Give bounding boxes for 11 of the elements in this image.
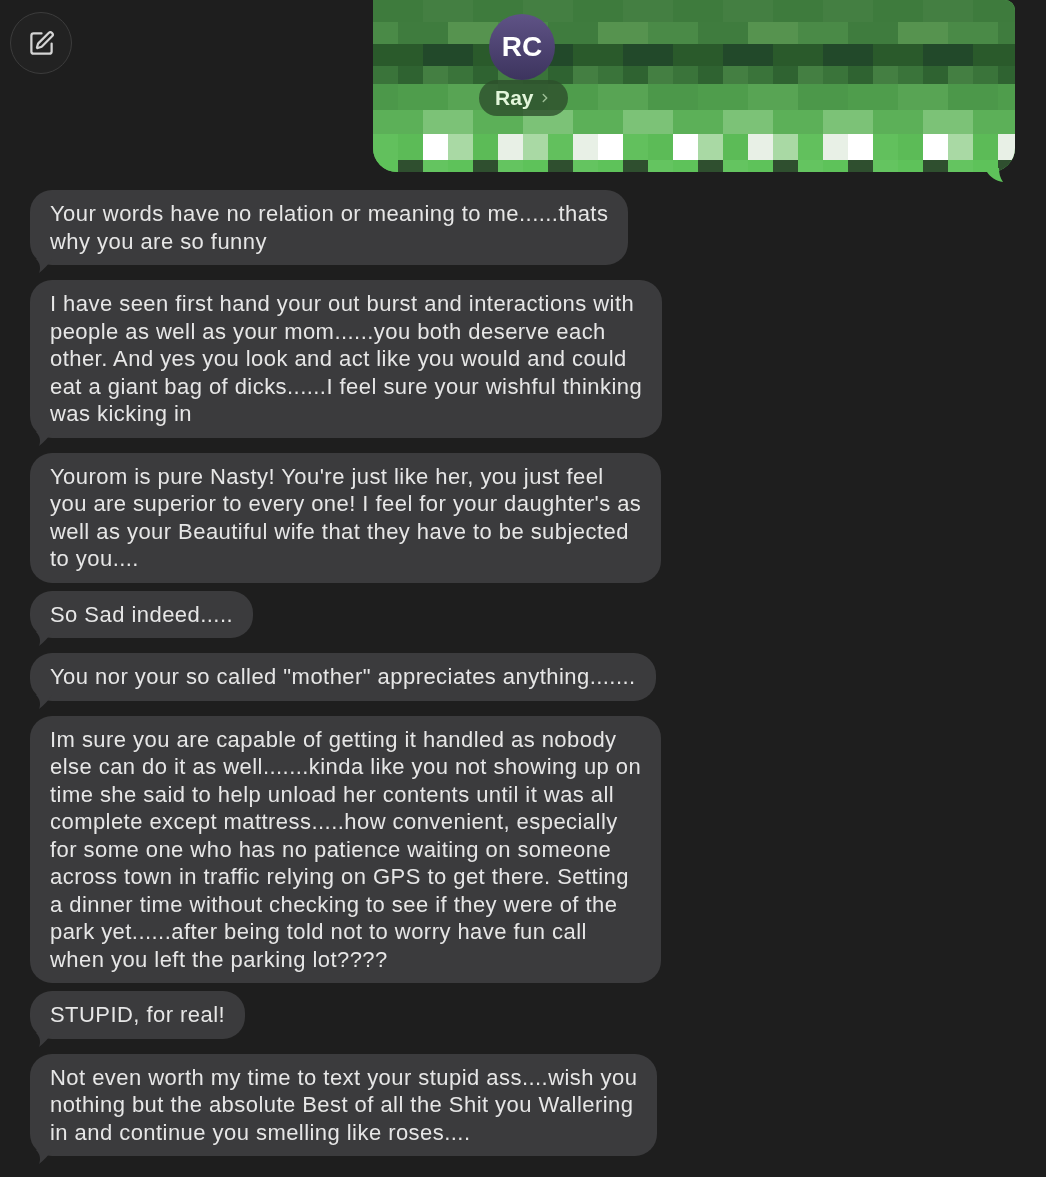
message-text: Not even worth my time to text your stupid ass....wish you nothing but the absolute Best of all the Shit you Wallering in and continue you smelling like roses.... [50, 1063, 638, 1146]
message-tail-icon [987, 168, 1003, 182]
message-text: So Sad indeed..... [50, 600, 233, 628]
message-text: STUPID, for real! [50, 1001, 226, 1029]
message-text: Yourom is pure Nasty! You're just like her, you just feel you are superior to every one! I feel for your daughter's as well as your Beautiful wife that they have to be subjected to you.... [50, 462, 642, 573]
message-text: I have seen first hand your out burst and interactions with people as well as your mom......you both deserve each other. And yes you look and act like you would and could eat a giant bag of dicks......I feel sure your wishful thinking was kicking in [50, 290, 643, 428]
compose-icon [27, 29, 55, 57]
contact-name-button[interactable]: Ray [479, 80, 568, 116]
message-text: Your words have no relation or meaning to me......thats why you are so funny [50, 200, 609, 255]
message-text: Im sure you are capable of getting it handled as nobody else can do it as well.......kinda like you not showing up on time she said to help unload her contents until it was all complete except mattress.....how convenient, especially for some one who has no patience waiting on someone across town in traffic relying on GPS to get there. Setting a dinner time without checking to see if they were of the park yet......after being told not to worry have fun call when you left the parking lot???? [50, 725, 642, 973]
message-text: You nor your so called "mother" appreciates anything....... [50, 663, 636, 691]
